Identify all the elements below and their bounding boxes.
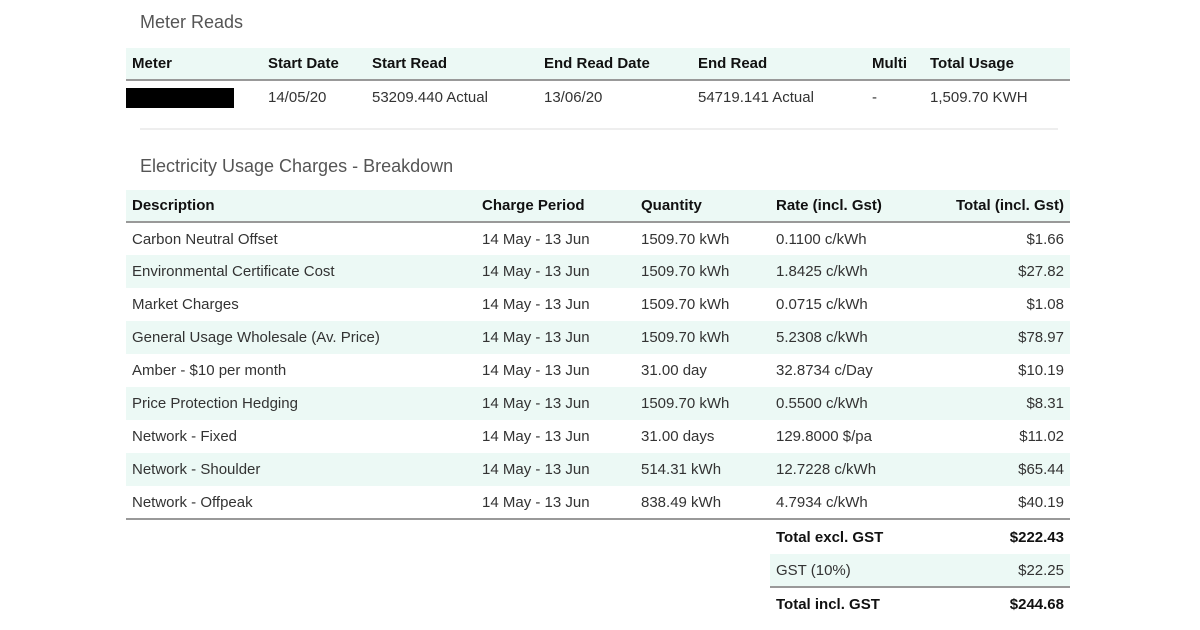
- gst-label: GST (10%): [770, 554, 963, 588]
- col-start-date: Start Date: [262, 48, 366, 81]
- charge-period-cell: 14 May - 13 Jun: [476, 453, 635, 486]
- rate-cell: 0.0715 c/kWh: [776, 296, 868, 313]
- total-cell: $11.02: [1019, 428, 1064, 445]
- meter-id-cell: [126, 80, 262, 114]
- end-read-cell: 54719.141 Actual: [698, 89, 814, 106]
- rate-cell: 5.2308 c/kWh: [770, 321, 930, 354]
- charge-row: Network - Fixed 14 May - 13 Jun 31.00 days…: [126, 420, 1070, 453]
- description-cell: Environmental Certificate Cost: [126, 255, 476, 288]
- quantity-cell: 31.00 days: [641, 428, 715, 445]
- start-read-cell: 53209.440 Actual: [372, 89, 488, 106]
- total-cell: $10.19: [1018, 362, 1064, 379]
- total-cell: $40.19: [930, 486, 1070, 520]
- gst-value: $22.25: [962, 554, 1070, 588]
- start-date-cell: 14/05/20: [268, 89, 327, 106]
- col-description: Description: [126, 190, 476, 223]
- description-cell: Market Charges: [132, 296, 239, 313]
- charge-row: Network - Shoulder 14 May - 13 Jun 514.31 …: [126, 453, 1070, 486]
- total-cell: $1.66: [1026, 230, 1064, 248]
- total-cell: $27.82: [930, 255, 1070, 288]
- quantity-cell: 1509.70 kWh: [635, 255, 770, 288]
- charge-period-cell: 14 May - 13 Jun: [482, 362, 590, 379]
- total-cell: $78.97: [930, 321, 1070, 354]
- multi-cell: -: [872, 89, 877, 106]
- charges-breakdown-table: Description Charge Period Quantity Rate …: [126, 190, 1070, 520]
- description-cell: General Usage Wholesale (Av. Price): [126, 321, 476, 354]
- quantity-cell: 1509.70 kWh: [641, 230, 730, 248]
- col-meter: Meter: [126, 48, 262, 81]
- meter-reads-header-row: Meter Start Date Start Read End Read Dat…: [126, 48, 1070, 81]
- section-divider: [140, 128, 1058, 130]
- col-end-read-date: End Read Date: [538, 48, 692, 81]
- col-multi: Multi: [866, 48, 924, 81]
- col-total: Total (incl. Gst): [930, 190, 1070, 223]
- total-excl-gst-value: $222.43: [1009, 529, 1064, 546]
- charge-period-cell: 14 May - 13 Jun: [476, 486, 635, 520]
- col-quantity: Quantity: [635, 190, 770, 223]
- charge-period-cell: 14 May - 13 Jun: [482, 428, 590, 445]
- rate-cell: 32.8734 c/Day: [776, 362, 873, 379]
- quantity-cell: 1509.70 kWh: [641, 296, 730, 313]
- rate-cell: 12.7228 c/kWh: [770, 453, 930, 486]
- rate-cell: 0.5500 c/kWh: [770, 387, 930, 420]
- charge-period-cell: 14 May - 13 Jun: [482, 296, 590, 313]
- meter-reads-table: Meter Start Date Start Read End Read Dat…: [126, 48, 1070, 114]
- col-charge-period: Charge Period: [476, 190, 635, 223]
- col-start-read: Start Read: [366, 48, 538, 81]
- quantity-cell: 1509.70 kWh: [635, 387, 770, 420]
- total-incl-gst-label: Total incl. GST: [776, 595, 880, 613]
- description-cell: Carbon Neutral Offset: [132, 230, 278, 248]
- charge-row: Market Charges 14 May - 13 Jun 1509.70 kWh…: [126, 288, 1070, 321]
- total-usage-cell: 1,509.70 KWH: [930, 89, 1028, 106]
- quantity-cell: 1509.70 kWh: [635, 321, 770, 354]
- meter-read-row: 14/05/20 53209.440 Actual 13/06/20 54719…: [126, 80, 1070, 114]
- charges-header-row: Description Charge Period Quantity Rate …: [126, 190, 1070, 223]
- total-cell: $1.08: [1026, 296, 1064, 313]
- total-incl-gst-row: Total incl. GST $244.68: [770, 587, 1070, 620]
- charge-row: Carbon Neutral Offset 14 May - 13 Jun 1509…: [126, 222, 1070, 255]
- quantity-cell: 31.00 day: [641, 362, 707, 379]
- charge-row: Environmental Certificate Cost 14 May - 1…: [126, 255, 1070, 288]
- charge-row: General Usage Wholesale (Av. Price) 14 Ma…: [126, 321, 1070, 354]
- redacted-meter-id: [126, 87, 234, 108]
- charge-row: Amber - $10 per month 14 May - 13 Jun 31.0…: [126, 354, 1070, 387]
- meter-reads-title: Meter Reads: [140, 12, 244, 32]
- col-total-usage: Total Usage: [924, 48, 1070, 81]
- description-cell: Amber - $10 per month: [132, 362, 287, 379]
- rate-cell: 4.7934 c/kWh: [770, 486, 930, 520]
- quantity-cell: 838.49 kWh: [635, 486, 770, 520]
- end-read-date-cell: 13/06/20: [544, 89, 603, 106]
- charge-row: Network - Offpeak 14 May - 13 Jun 838.49 k…: [126, 486, 1070, 520]
- description-cell: Network - Offpeak: [126, 486, 476, 520]
- total-cell: $65.44: [930, 453, 1070, 486]
- rate-cell: 1.8425 c/kWh: [770, 255, 930, 288]
- col-end-read: End Read: [692, 48, 866, 81]
- total-cell: $8.31: [930, 387, 1070, 420]
- charge-period-cell: 14 May - 13 Jun: [476, 387, 635, 420]
- charge-row: Price Protection Hedging 14 May - 13 Jun 1…: [126, 387, 1070, 420]
- description-cell: Network - Fixed: [132, 428, 238, 445]
- charge-period-cell: 14 May - 13 Jun: [476, 321, 635, 354]
- total-excl-gst-row: Total excl. GST $222.43: [770, 521, 1070, 554]
- rate-cell: 0.1100 c/kWh: [776, 230, 867, 248]
- col-rate: Rate (incl. Gst): [770, 190, 930, 223]
- totals-table: Total excl. GST $222.43 GST (10%) $22.25…: [770, 521, 1070, 620]
- rate-cell: 129.8000 $/pa: [776, 428, 872, 445]
- charge-period-cell: 14 May - 13 Jun: [476, 255, 635, 288]
- charges-breakdown-title: Electricity Usage Charges - Breakdown: [140, 156, 454, 176]
- total-excl-gst-label: Total excl. GST: [776, 529, 884, 546]
- quantity-cell: 514.31 kWh: [635, 453, 770, 486]
- gst-row: GST (10%) $22.25: [770, 554, 1070, 588]
- description-cell: Network - Shoulder: [126, 453, 476, 486]
- charge-period-cell: 14 May - 13 Jun: [482, 230, 590, 248]
- total-incl-gst-value: $244.68: [1009, 595, 1064, 613]
- description-cell: Price Protection Hedging: [126, 387, 476, 420]
